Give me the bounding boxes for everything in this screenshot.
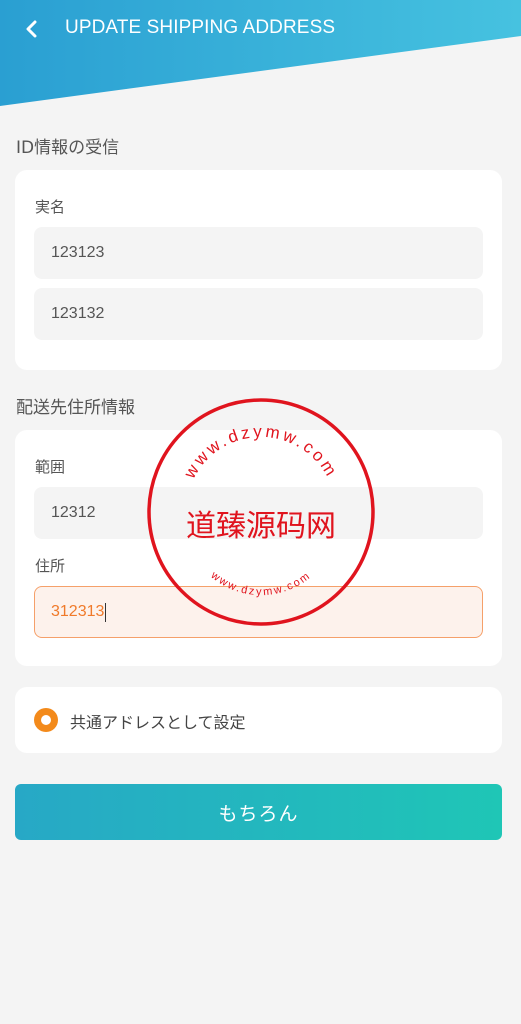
- region-value: 12312: [51, 504, 96, 521]
- first-name-value: 123123: [51, 244, 105, 261]
- real-name-label: 実名: [35, 198, 66, 216]
- set-default-address-label: 共通アドレスとして設定: [70, 713, 246, 732]
- app-header: UPDATE SHIPPING ADDRESS: [0, 0, 521, 60]
- update-shipping-address-page: UPDATE SHIPPING ADDRESS ID情報の受信 実名 12312…: [0, 0, 521, 1024]
- address-label: 住所: [35, 557, 66, 575]
- chevron-left-icon: [26, 20, 37, 38]
- submit-button[interactable]: もちろん: [15, 784, 502, 840]
- address-section-title: 配送先住所情報: [16, 398, 135, 418]
- address-value: 312313: [51, 603, 105, 620]
- text-cursor: [105, 602, 107, 622]
- first-name-field[interactable]: 123123: [34, 227, 483, 279]
- page-title: UPDATE SHIPPING ADDRESS: [65, 17, 336, 38]
- back-button[interactable]: [18, 14, 46, 44]
- last-name-value: 123132: [51, 305, 105, 322]
- id-section-title: ID情報の受信: [16, 138, 120, 158]
- region-label: 範囲: [35, 458, 66, 476]
- id-info-card: 実名 123123 123132: [15, 170, 502, 370]
- radio-checked-icon[interactable]: [34, 708, 58, 732]
- region-field[interactable]: 12312: [34, 487, 483, 539]
- address-card: 範囲 12312 住所 312313: [15, 430, 502, 666]
- last-name-field[interactable]: 123132: [34, 288, 483, 340]
- set-default-address-option[interactable]: 共通アドレスとして設定: [15, 687, 502, 753]
- address-field[interactable]: 312313: [34, 586, 483, 638]
